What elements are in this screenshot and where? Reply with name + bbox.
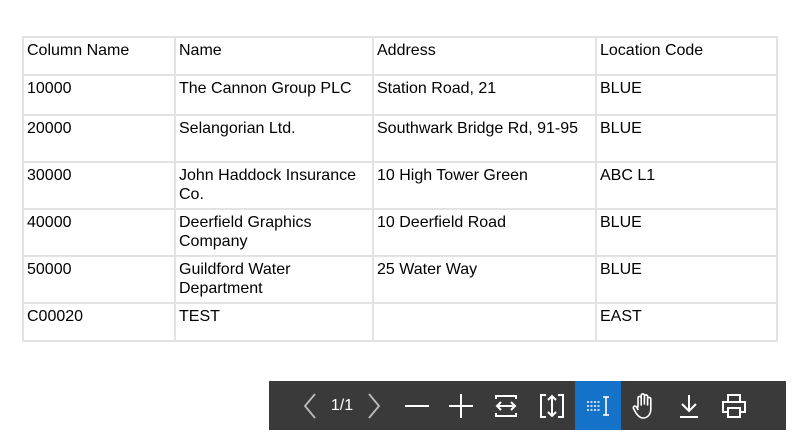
chevron-left-icon xyxy=(303,392,316,419)
cell-name: John Haddock Insurance Co. xyxy=(174,161,374,210)
cell-location-code: BLUE xyxy=(595,208,778,257)
download-icon xyxy=(680,394,698,418)
fit-width-button[interactable] xyxy=(483,381,529,430)
report-viewer: Column Name Name Address Location Code 1… xyxy=(0,0,800,443)
hand-pan-icon xyxy=(632,392,652,419)
table-row: 20000 Selangorian Ltd. Southwark Bridge … xyxy=(22,114,778,163)
cell-name: Selangorian Ltd. xyxy=(174,114,374,163)
table-row: 50000 Guildford Water Department 25 Wate… xyxy=(22,255,778,304)
cell-address: Station Road, 21 xyxy=(372,74,597,116)
zoom-in-icon xyxy=(449,393,473,418)
zoom-in-button[interactable] xyxy=(439,381,483,430)
print-icon xyxy=(722,393,746,418)
cell-location-code: EAST xyxy=(595,302,778,342)
cell-location-code: BLUE xyxy=(595,114,778,163)
table-header-row: Column Name Name Address Location Code xyxy=(22,36,778,76)
cell-location-code: ABC L1 xyxy=(595,161,778,210)
cell-address xyxy=(372,302,597,342)
text-select-icon xyxy=(587,395,609,416)
viewer-toolbar: 1/1 xyxy=(269,381,786,430)
cell-column-name: 20000 xyxy=(22,114,176,163)
page-indicator: 1/1 xyxy=(330,397,354,414)
zoom-out-button[interactable] xyxy=(395,381,439,430)
cell-location-code: BLUE xyxy=(595,255,778,304)
download-button[interactable] xyxy=(667,381,711,430)
cell-address: Southwark Bridge Rd, 91-95 xyxy=(372,114,597,163)
zoom-out-icon xyxy=(405,404,429,407)
cell-address: 25 Water Way xyxy=(372,255,597,304)
cell-column-name: 10000 xyxy=(22,74,176,116)
header-cell-address: Address xyxy=(372,36,597,76)
table-row: 30000 John Haddock Insurance Co. 10 High… xyxy=(22,161,778,210)
table-row: 40000 Deerfield Graphics Company 10 Deer… xyxy=(22,208,778,257)
fit-width-icon xyxy=(495,394,517,417)
hand-pan-tool-button[interactable] xyxy=(621,381,667,430)
report-table: Column Name Name Address Location Code 1… xyxy=(22,36,778,342)
next-page-button[interactable] xyxy=(361,381,387,430)
cell-column-name: 30000 xyxy=(22,161,176,210)
print-button[interactable] xyxy=(711,381,757,430)
cell-address: 10 Deerfield Road xyxy=(372,208,597,257)
fit-page-button[interactable] xyxy=(529,381,575,430)
cell-name: TEST xyxy=(174,302,374,342)
header-cell-name: Name xyxy=(174,36,374,76)
cell-column-name: 40000 xyxy=(22,208,176,257)
cell-location-code: BLUE xyxy=(595,74,778,116)
text-select-tool-button[interactable] xyxy=(575,381,621,430)
previous-page-button[interactable] xyxy=(297,381,323,430)
chevron-right-icon xyxy=(368,392,381,419)
cell-name: Deerfield Graphics Company xyxy=(174,208,374,257)
table-row: C00020 TEST EAST xyxy=(22,302,778,342)
cell-name: Guildford Water Department xyxy=(174,255,374,304)
cell-name: The Cannon Group PLC xyxy=(174,74,374,116)
cell-address: 10 High Tower Green xyxy=(372,161,597,210)
header-cell-location-code: Location Code xyxy=(595,36,778,76)
fit-page-icon xyxy=(540,393,564,418)
table-row: 10000 The Cannon Group PLC Station Road,… xyxy=(22,74,778,116)
header-cell-column-name: Column Name xyxy=(22,36,176,76)
cell-column-name: C00020 xyxy=(22,302,176,342)
cell-column-name: 50000 xyxy=(22,255,176,304)
